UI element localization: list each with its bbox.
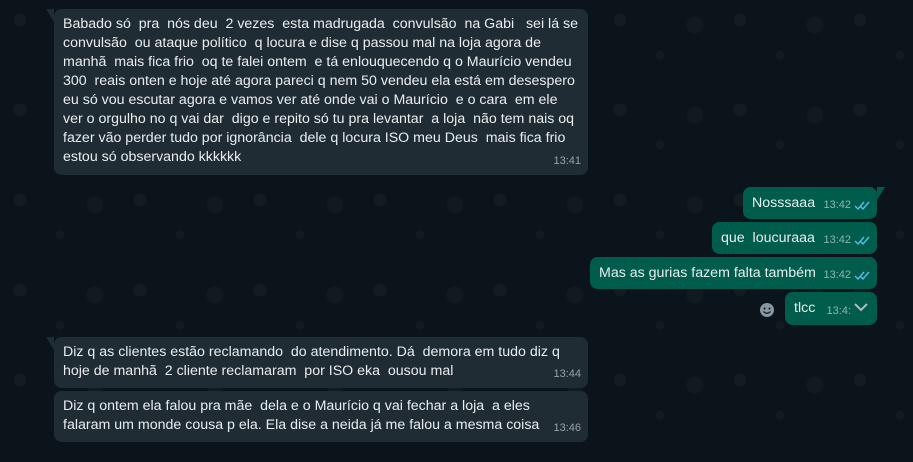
double-check-icon xyxy=(854,236,870,246)
chat-panel: Babado só pra nós deu 2 vezes esta madru… xyxy=(0,0,913,462)
message-outgoing-2[interactable]: que loucuraaa 13:42 xyxy=(712,222,877,254)
message-time: 13:42 xyxy=(823,234,851,246)
message-meta: 13:42 xyxy=(823,266,870,285)
message-incoming-1[interactable]: Babado só pra nós deu 2 vezes esta madru… xyxy=(46,9,588,175)
message-text: Babado só pra nós deu 2 vezes esta madru… xyxy=(63,16,582,165)
message-meta: 13:41 xyxy=(553,152,581,171)
message-time: 13:42 xyxy=(823,269,851,281)
message-time: 13:44 xyxy=(553,368,581,380)
message-time: 13:42 xyxy=(823,199,851,211)
message-meta: 13:42 xyxy=(823,231,870,250)
emoji-reaction-button[interactable] xyxy=(754,297,780,323)
message-text: Diz q as clientes estão reclamando do at… xyxy=(63,344,564,379)
message-text: Diz q ontem ela falou pra mãe dela e o M… xyxy=(63,398,540,433)
smiley-icon xyxy=(760,303,774,317)
message-incoming-2[interactable]: Diz q as clientes estão reclamando do at… xyxy=(46,337,588,388)
message-meta: 13:44 xyxy=(553,365,581,384)
message-time: 13:41 xyxy=(553,155,581,167)
message-outgoing-3[interactable]: Mas as gurias fazem falta também 13:42 xyxy=(590,257,877,289)
message-outgoing-1[interactable]: Nosssaaa 13:42 xyxy=(743,187,885,219)
message-outgoing-4[interactable]: tlcc 13:4: xyxy=(785,292,877,325)
message-meta: 13:42 xyxy=(823,196,870,215)
message-time: 13:4: xyxy=(826,305,851,317)
chevron-down-icon[interactable] xyxy=(853,300,869,314)
double-check-icon xyxy=(854,271,870,281)
message-time: 13:46 xyxy=(553,422,581,434)
message-meta: 13:4: xyxy=(827,302,851,321)
message-incoming-3[interactable]: Diz q ontem ela falou pra mãe dela e o M… xyxy=(54,391,588,442)
double-check-icon xyxy=(854,201,870,211)
message-meta: 13:46 xyxy=(553,419,581,438)
